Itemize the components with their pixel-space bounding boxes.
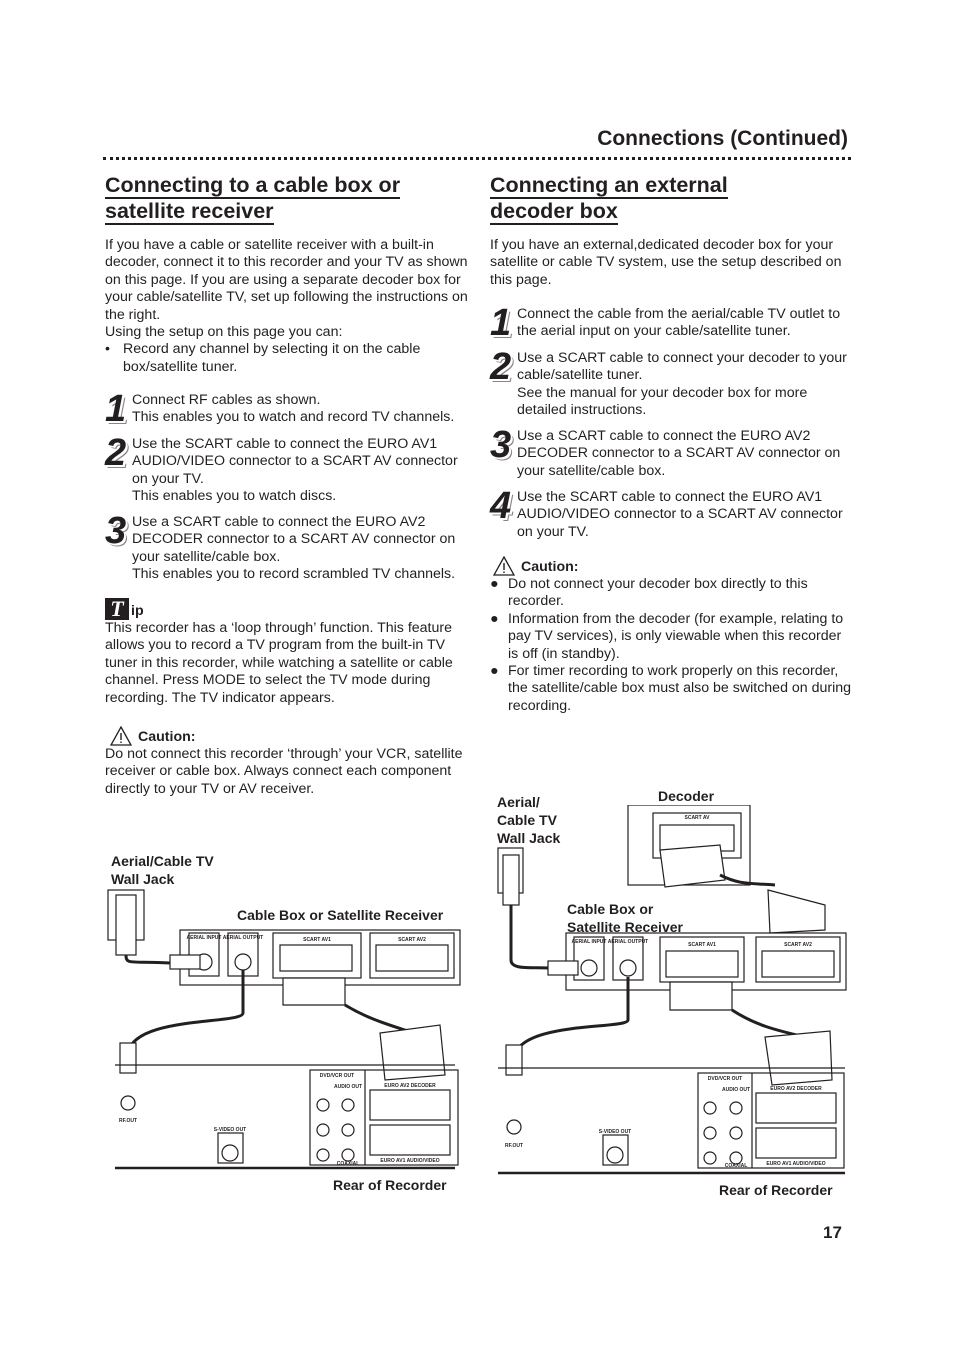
scart-av1-label: SCART AV1 xyxy=(688,942,716,948)
tip-title: ip xyxy=(131,602,144,619)
svideo-out-label: S-VIDEO OUT xyxy=(214,1127,247,1133)
left-step-2: 2 Use the SCART cable to connect the EUR… xyxy=(105,432,458,505)
euro-av2-label: EURO AV2 DECODER xyxy=(384,1083,436,1089)
step-number: 3 xyxy=(490,424,512,466)
rf-out-label: RF.OUT xyxy=(119,1118,137,1124)
tip-text: This recorder has a ‘loop through’ funct… xyxy=(105,620,453,706)
bullet-item: • Record any channel by selecting it on t… xyxy=(105,341,421,375)
right-intro: If you have an external,dedicated decode… xyxy=(490,237,855,289)
manual-page: Connections (Continued) Connecting to a … xyxy=(0,0,954,1351)
aerial-input-label: AERIAL INPUT xyxy=(572,939,607,945)
right-step-4: 4 Use the SCART cable to connect the EUR… xyxy=(490,485,843,540)
left-intro: If you have a cable or satellite receive… xyxy=(105,237,470,376)
aerial-input-label: AERIAL INPUT xyxy=(187,935,222,941)
scart-av1-label: SCART AV1 xyxy=(303,937,331,943)
aerial-output-label: AERIAL OUTPUT xyxy=(223,935,263,941)
rear-label: Rear of Recorder xyxy=(719,1182,833,1198)
caution-item: ● For timer recording to work properly on… xyxy=(490,663,852,714)
scart-av2-label: SCART AV2 xyxy=(398,937,426,943)
intro-text: If you have an external,dedicated decode… xyxy=(490,237,842,288)
audio-out-label: AUDIO OUT xyxy=(722,1087,750,1093)
right-connection-diagram: SCART AV AERIAL INPUT AERIAL OUTPUT SCAR… xyxy=(497,805,847,1175)
euro-av1-label: EURO AV1 AUDIO/VIDEO xyxy=(380,1158,439,1164)
left-heading: Connecting to a cable box or satellite re… xyxy=(105,173,401,225)
step-number: 4 xyxy=(490,485,512,527)
left-caution: Caution: Do not connect this recorder ‘t… xyxy=(105,726,470,798)
warning-icon xyxy=(110,726,132,746)
intro-text-2: Using the setup on this page you can: xyxy=(105,324,343,341)
caution-title: Caution: xyxy=(138,728,196,745)
caution-text: Do not connect this recorder ‘through’ y… xyxy=(105,746,463,797)
scart-av-label: SCART AV xyxy=(685,815,711,821)
step-number: 1 xyxy=(105,388,127,430)
tip-icon: T xyxy=(105,598,129,620)
left-step-3: 3 Use a SCART cable to connect the EURO … xyxy=(105,510,456,583)
warning-icon xyxy=(493,556,515,576)
rf-out-label: RF.OUT xyxy=(505,1143,523,1149)
step-number: 3 xyxy=(105,510,127,552)
step-number: 1 xyxy=(490,302,512,344)
right-step-2: 2 Use a SCART cable to connect your deco… xyxy=(490,346,847,419)
euro-av2-label: EURO AV2 DECODER xyxy=(770,1086,822,1092)
right-step-3: 3 Use a SCART cable to connect the EURO … xyxy=(490,424,841,479)
intro-text: If you have a cable or satellite receive… xyxy=(105,237,468,323)
decoder-label: Decoder xyxy=(658,788,715,804)
caution-title: Caution: xyxy=(521,558,579,575)
right-step-1: 1 Connect the cable from the aerial/cabl… xyxy=(490,302,841,344)
caution-item: ● Do not connect your decoder box directl… xyxy=(490,576,808,610)
scart-av2-label: SCART AV2 xyxy=(784,942,812,948)
coaxial-label: COAXIAL xyxy=(725,1163,748,1169)
step-number: 2 xyxy=(105,432,127,474)
step-number: 2 xyxy=(490,346,512,388)
svideo-out-label: S-VIDEO OUT xyxy=(599,1129,632,1135)
dvd-vcr-out-label: DVD/VCR OUT xyxy=(320,1073,354,1079)
left-step-1: 1 Connect RF cables as shown. This enable… xyxy=(105,388,455,430)
caution-item: ● Information from the decoder (for examp… xyxy=(490,610,844,662)
section-title: Connections (Continued) xyxy=(597,127,848,150)
aerial-output-label: AERIAL OUTPUT xyxy=(608,939,648,945)
right-caution: Caution: ● Do not connect your decoder bo… xyxy=(490,556,855,715)
right-heading: Connecting an external decoder box xyxy=(490,173,728,225)
dotted-divider xyxy=(103,157,851,160)
rear-label: Rear of Recorder xyxy=(333,1177,447,1193)
coaxial-label: COAXIAL xyxy=(337,1161,360,1167)
page-number: 17 xyxy=(823,1223,842,1242)
tip-box: T ip This recorder has a ‘loop through’ … xyxy=(105,598,470,707)
left-connection-diagram: AERIAL INPUT AERIAL OUTPUT SCART AV1 SCA… xyxy=(107,889,461,1170)
euro-av1-label: EURO AV1 AUDIO/VIDEO xyxy=(766,1161,825,1167)
dvd-vcr-out-label: DVD/VCR OUT xyxy=(708,1076,742,1082)
audio-out-label: AUDIO OUT xyxy=(334,1084,362,1090)
wall-jack-label: Aerial/Cable TV Wall Jack xyxy=(111,853,214,887)
